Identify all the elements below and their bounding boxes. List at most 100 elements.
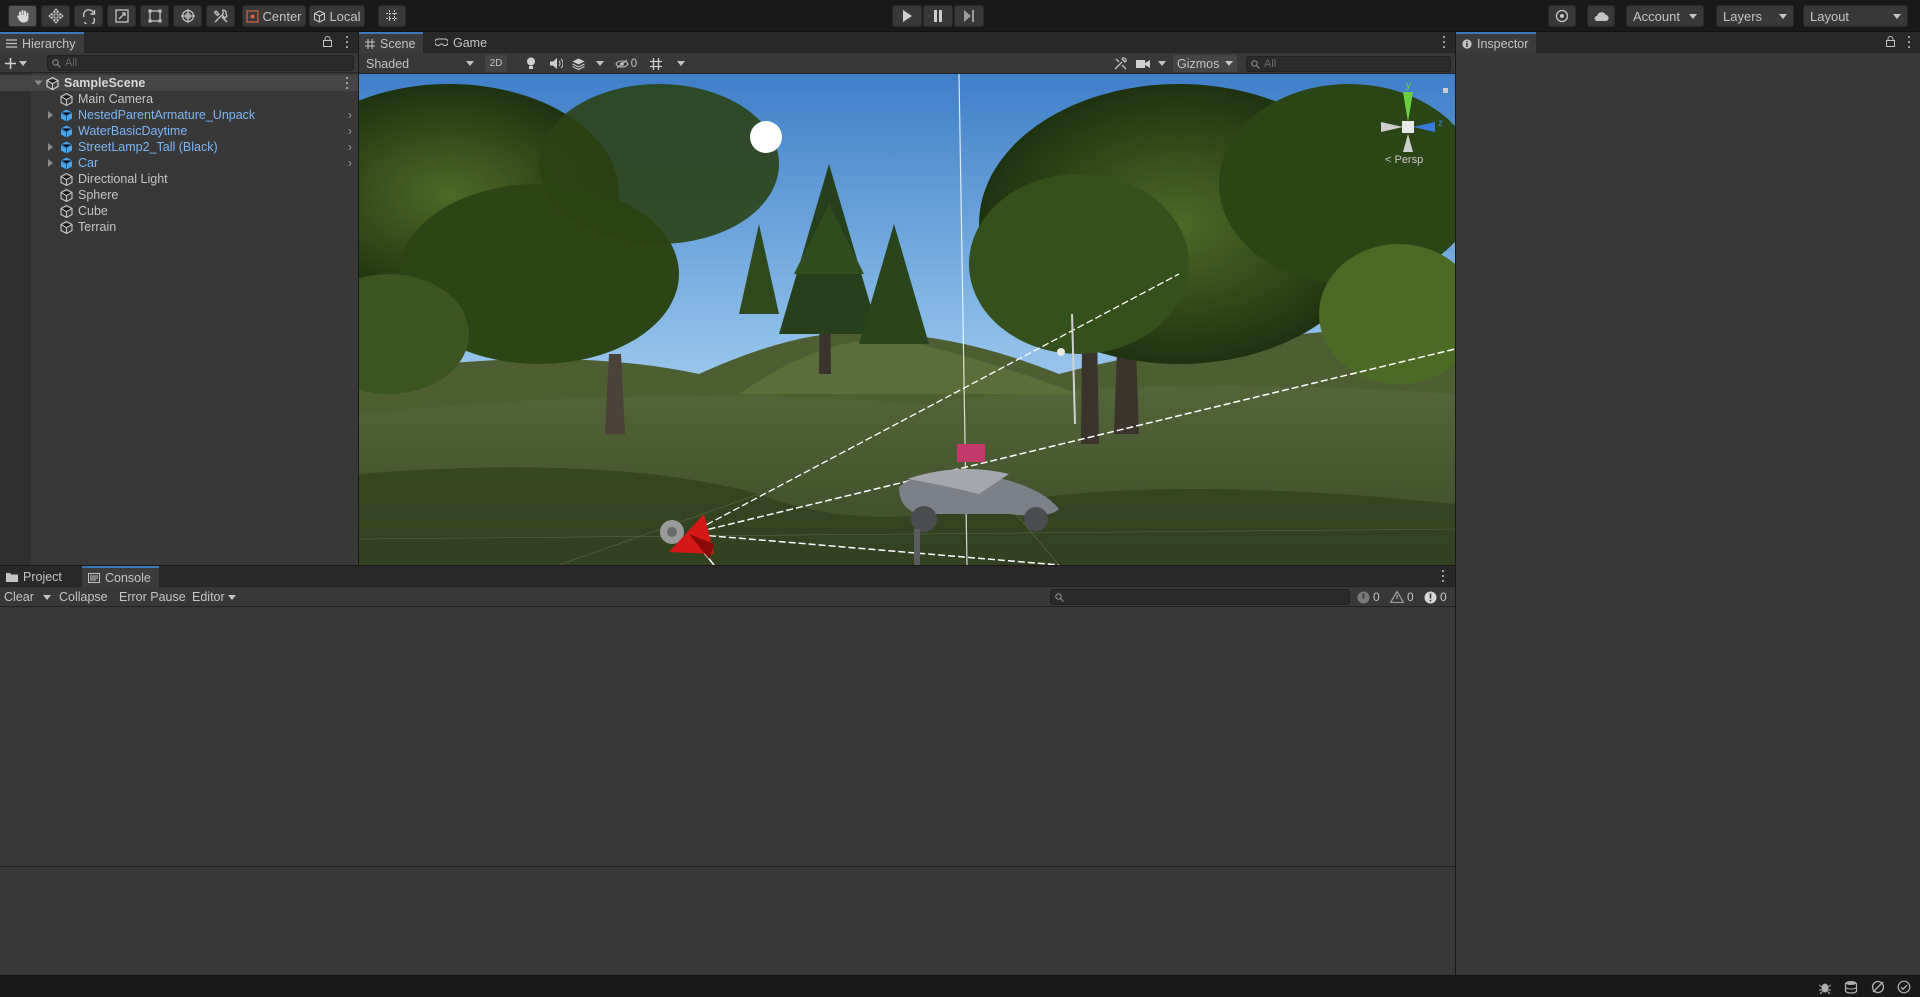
console-panel: Project Console Clear Collapse Error Pau… <box>0 566 1455 975</box>
cloud-button[interactable] <box>1587 5 1615 27</box>
tab-project[interactable]: Project <box>0 566 70 587</box>
warning-count-toggle[interactable]: 0 <box>1390 589 1414 605</box>
chevron-right-icon[interactable]: › <box>348 140 352 154</box>
console-log-list[interactable] <box>0 607 1455 866</box>
console-menu-button[interactable] <box>1438 569 1448 583</box>
foldout-collapsed-icon[interactable] <box>48 159 53 167</box>
hierarchy-item[interactable]: Sphere <box>0 187 358 203</box>
account-dropdown[interactable]: Account <box>1626 5 1704 27</box>
camera-dropdown[interactable] <box>1136 55 1166 72</box>
scene-toolbar: Shaded 2D 0 Gizmos All <box>359 53 1455 74</box>
chevron-right-icon[interactable]: › <box>348 108 352 122</box>
hierarchy-item-label: Main Camera <box>78 92 154 106</box>
layout-dropdown[interactable]: Layout <box>1803 5 1908 27</box>
custom-tool-button[interactable] <box>206 5 235 27</box>
hierarchy-item[interactable]: Main Camera <box>0 91 358 107</box>
hierarchy-menu-button[interactable] <box>342 35 352 49</box>
lock-icon[interactable] <box>323 36 332 47</box>
transform-tool-button[interactable] <box>173 5 202 27</box>
move-tool-icon <box>47 8 64 24</box>
inspector-menu-button[interactable] <box>1904 35 1914 49</box>
foldout-expanded-icon[interactable] <box>34 80 43 86</box>
tab-game[interactable]: Game <box>429 32 495 53</box>
console-toolbar: Clear Collapse Error Pause Editor 0 0 0 <box>0 587 1455 607</box>
scene-viewport[interactable]: y z < Persp <box>359 74 1455 565</box>
hierarchy-item[interactable]: Car › <box>0 155 358 171</box>
gizmos-dropdown[interactable]: Gizmos <box>1173 55 1237 72</box>
tab-console[interactable]: Console <box>82 566 159 587</box>
audio-toggle[interactable] <box>547 55 565 72</box>
chevron-down-icon <box>1158 61 1166 66</box>
chevron-right-icon[interactable]: › <box>348 156 352 170</box>
tab-hierarchy-label: Hierarchy <box>22 36 76 51</box>
rotate-tool-button[interactable] <box>74 5 103 27</box>
log-count-toggle[interactable]: 0 <box>1357 589 1380 605</box>
step-button[interactable] <box>954 5 984 27</box>
scene-menu-button[interactable] <box>1439 35 1449 49</box>
tab-hierarchy[interactable]: Hierarchy <box>0 32 84 53</box>
hierarchy-search-input[interactable]: All <box>47 55 354 71</box>
scene-menu-button[interactable] <box>342 76 352 90</box>
scale-tool-button[interactable] <box>107 5 136 27</box>
pivot-rotation-toggle[interactable]: Local <box>309 5 365 27</box>
tools-icon <box>1114 57 1127 70</box>
prefab-cube-icon <box>60 125 73 138</box>
collapse-toggle[interactable]: Collapse <box>59 587 108 607</box>
collab-button[interactable] <box>1548 5 1576 27</box>
graphics-jobs-icon[interactable] <box>1871 980 1885 994</box>
2d-toggle[interactable]: 2D <box>485 55 507 72</box>
bug-icon[interactable] <box>1818 980 1832 994</box>
pause-button[interactable] <box>923 5 953 27</box>
eye-slash-icon <box>615 59 629 69</box>
hierarchy-panel: Hierarchy All SampleScene Main Camera Nes… <box>0 32 358 565</box>
chevron-down-icon <box>1689 13 1697 19</box>
editor-dropdown[interactable]: Editor <box>192 587 236 607</box>
tools-toggle[interactable] <box>1111 55 1129 72</box>
error-count-toggle[interactable]: 0 <box>1424 589 1447 605</box>
hierarchy-item[interactable]: WaterBasicDaytime › <box>0 123 358 139</box>
main-toolbar: Center Local Account Layers Layout <box>0 0 1920 32</box>
create-button[interactable] <box>5 55 33 71</box>
axis-y-label: y <box>1406 80 1411 91</box>
info-icon <box>1357 591 1370 604</box>
database-icon[interactable] <box>1844 980 1858 994</box>
foldout-collapsed-icon[interactable] <box>48 111 53 119</box>
error-pause-toggle[interactable]: Error Pause <box>119 587 186 607</box>
projection-label[interactable]: < Persp <box>1385 154 1423 166</box>
prefab-cube-icon <box>60 157 73 170</box>
hidden-objects-toggle[interactable]: 0 <box>612 55 640 72</box>
clear-button[interactable]: Clear <box>4 587 34 607</box>
scene-root-row[interactable]: SampleScene <box>0 75 358 91</box>
editor-label: Editor <box>192 590 225 604</box>
grid-dropdown[interactable] <box>649 55 685 72</box>
progress-check-icon[interactable] <box>1897 980 1911 994</box>
hierarchy-item[interactable]: Cube <box>0 203 358 219</box>
draw-mode-dropdown[interactable]: Shaded <box>361 55 479 72</box>
lock-icon[interactable] <box>1886 36 1895 47</box>
hierarchy-item[interactable]: StreetLamp2_Tall (Black) › <box>0 139 358 155</box>
search-icon <box>52 58 61 68</box>
move-tool-button[interactable] <box>41 5 70 27</box>
clear-options-dropdown[interactable] <box>40 587 54 607</box>
tab-inspector[interactable]: Inspector <box>1456 32 1537 53</box>
scene-search-input[interactable]: All <box>1246 56 1451 72</box>
effects-dropdown[interactable] <box>572 55 604 72</box>
scene-render <box>359 74 1455 565</box>
hierarchy-item[interactable]: Directional Light <box>0 171 358 187</box>
grid-snap-button[interactable] <box>378 5 406 27</box>
tab-scene[interactable]: Scene <box>359 32 424 53</box>
search-icon <box>1055 592 1064 602</box>
orientation-gizmo[interactable]: y z < Persp <box>1363 80 1453 172</box>
chevron-right-icon[interactable]: › <box>348 124 352 138</box>
hand-tool-button[interactable] <box>8 5 37 27</box>
hierarchy-item[interactable]: NestedParentArmature_Unpack › <box>0 107 358 123</box>
hierarchy-item[interactable]: Terrain <box>0 219 358 235</box>
foldout-collapsed-icon[interactable] <box>48 143 53 151</box>
axis-z-label: z <box>1438 118 1443 129</box>
play-button[interactable] <box>892 5 922 27</box>
pivot-mode-toggle[interactable]: Center <box>242 5 306 27</box>
lighting-toggle[interactable] <box>522 55 540 72</box>
layers-dropdown[interactable]: Layers <box>1716 5 1794 27</box>
console-search-input[interactable] <box>1050 589 1350 605</box>
rect-tool-button[interactable] <box>140 5 169 27</box>
